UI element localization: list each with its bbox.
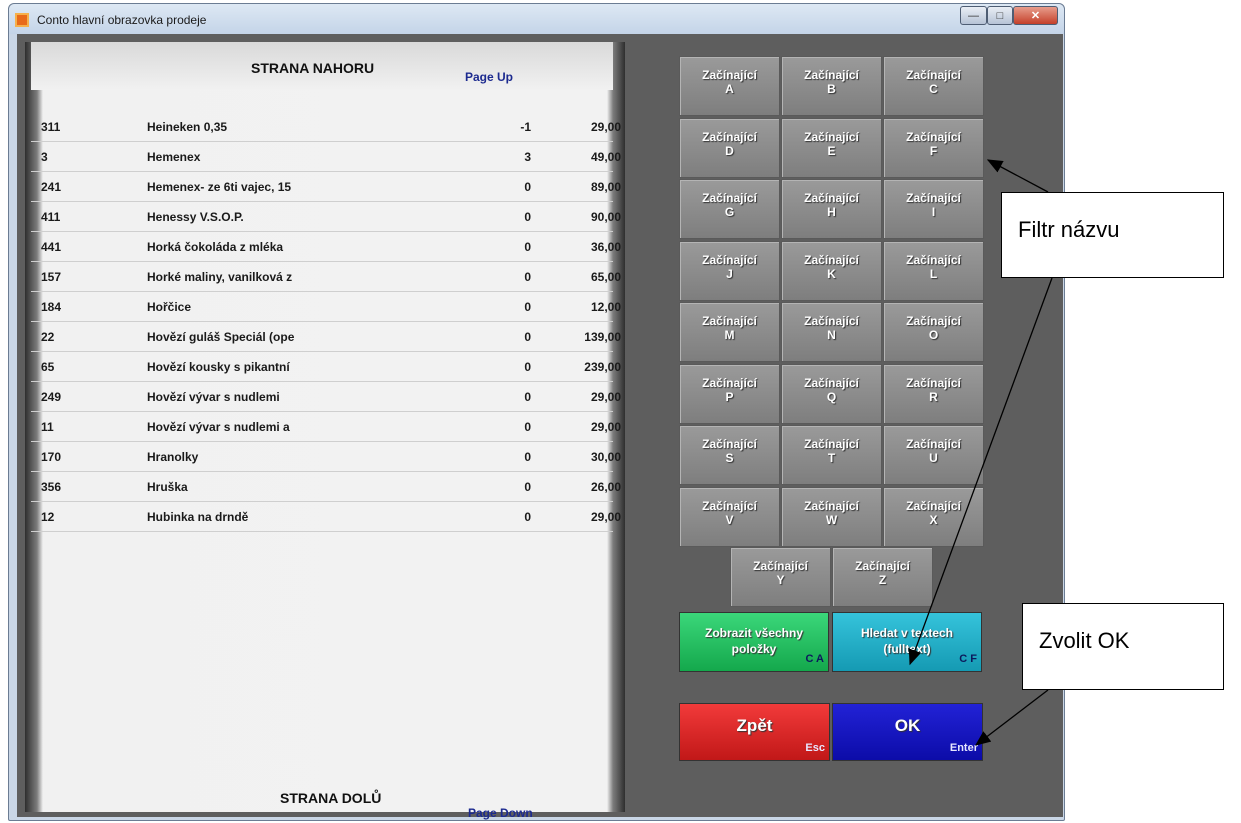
callout-arrows xyxy=(908,159,1053,746)
arrow-to-fulltext xyxy=(908,277,1053,666)
arrow-to-ok xyxy=(974,689,1049,746)
arrow-to-letter-f xyxy=(986,159,1049,193)
